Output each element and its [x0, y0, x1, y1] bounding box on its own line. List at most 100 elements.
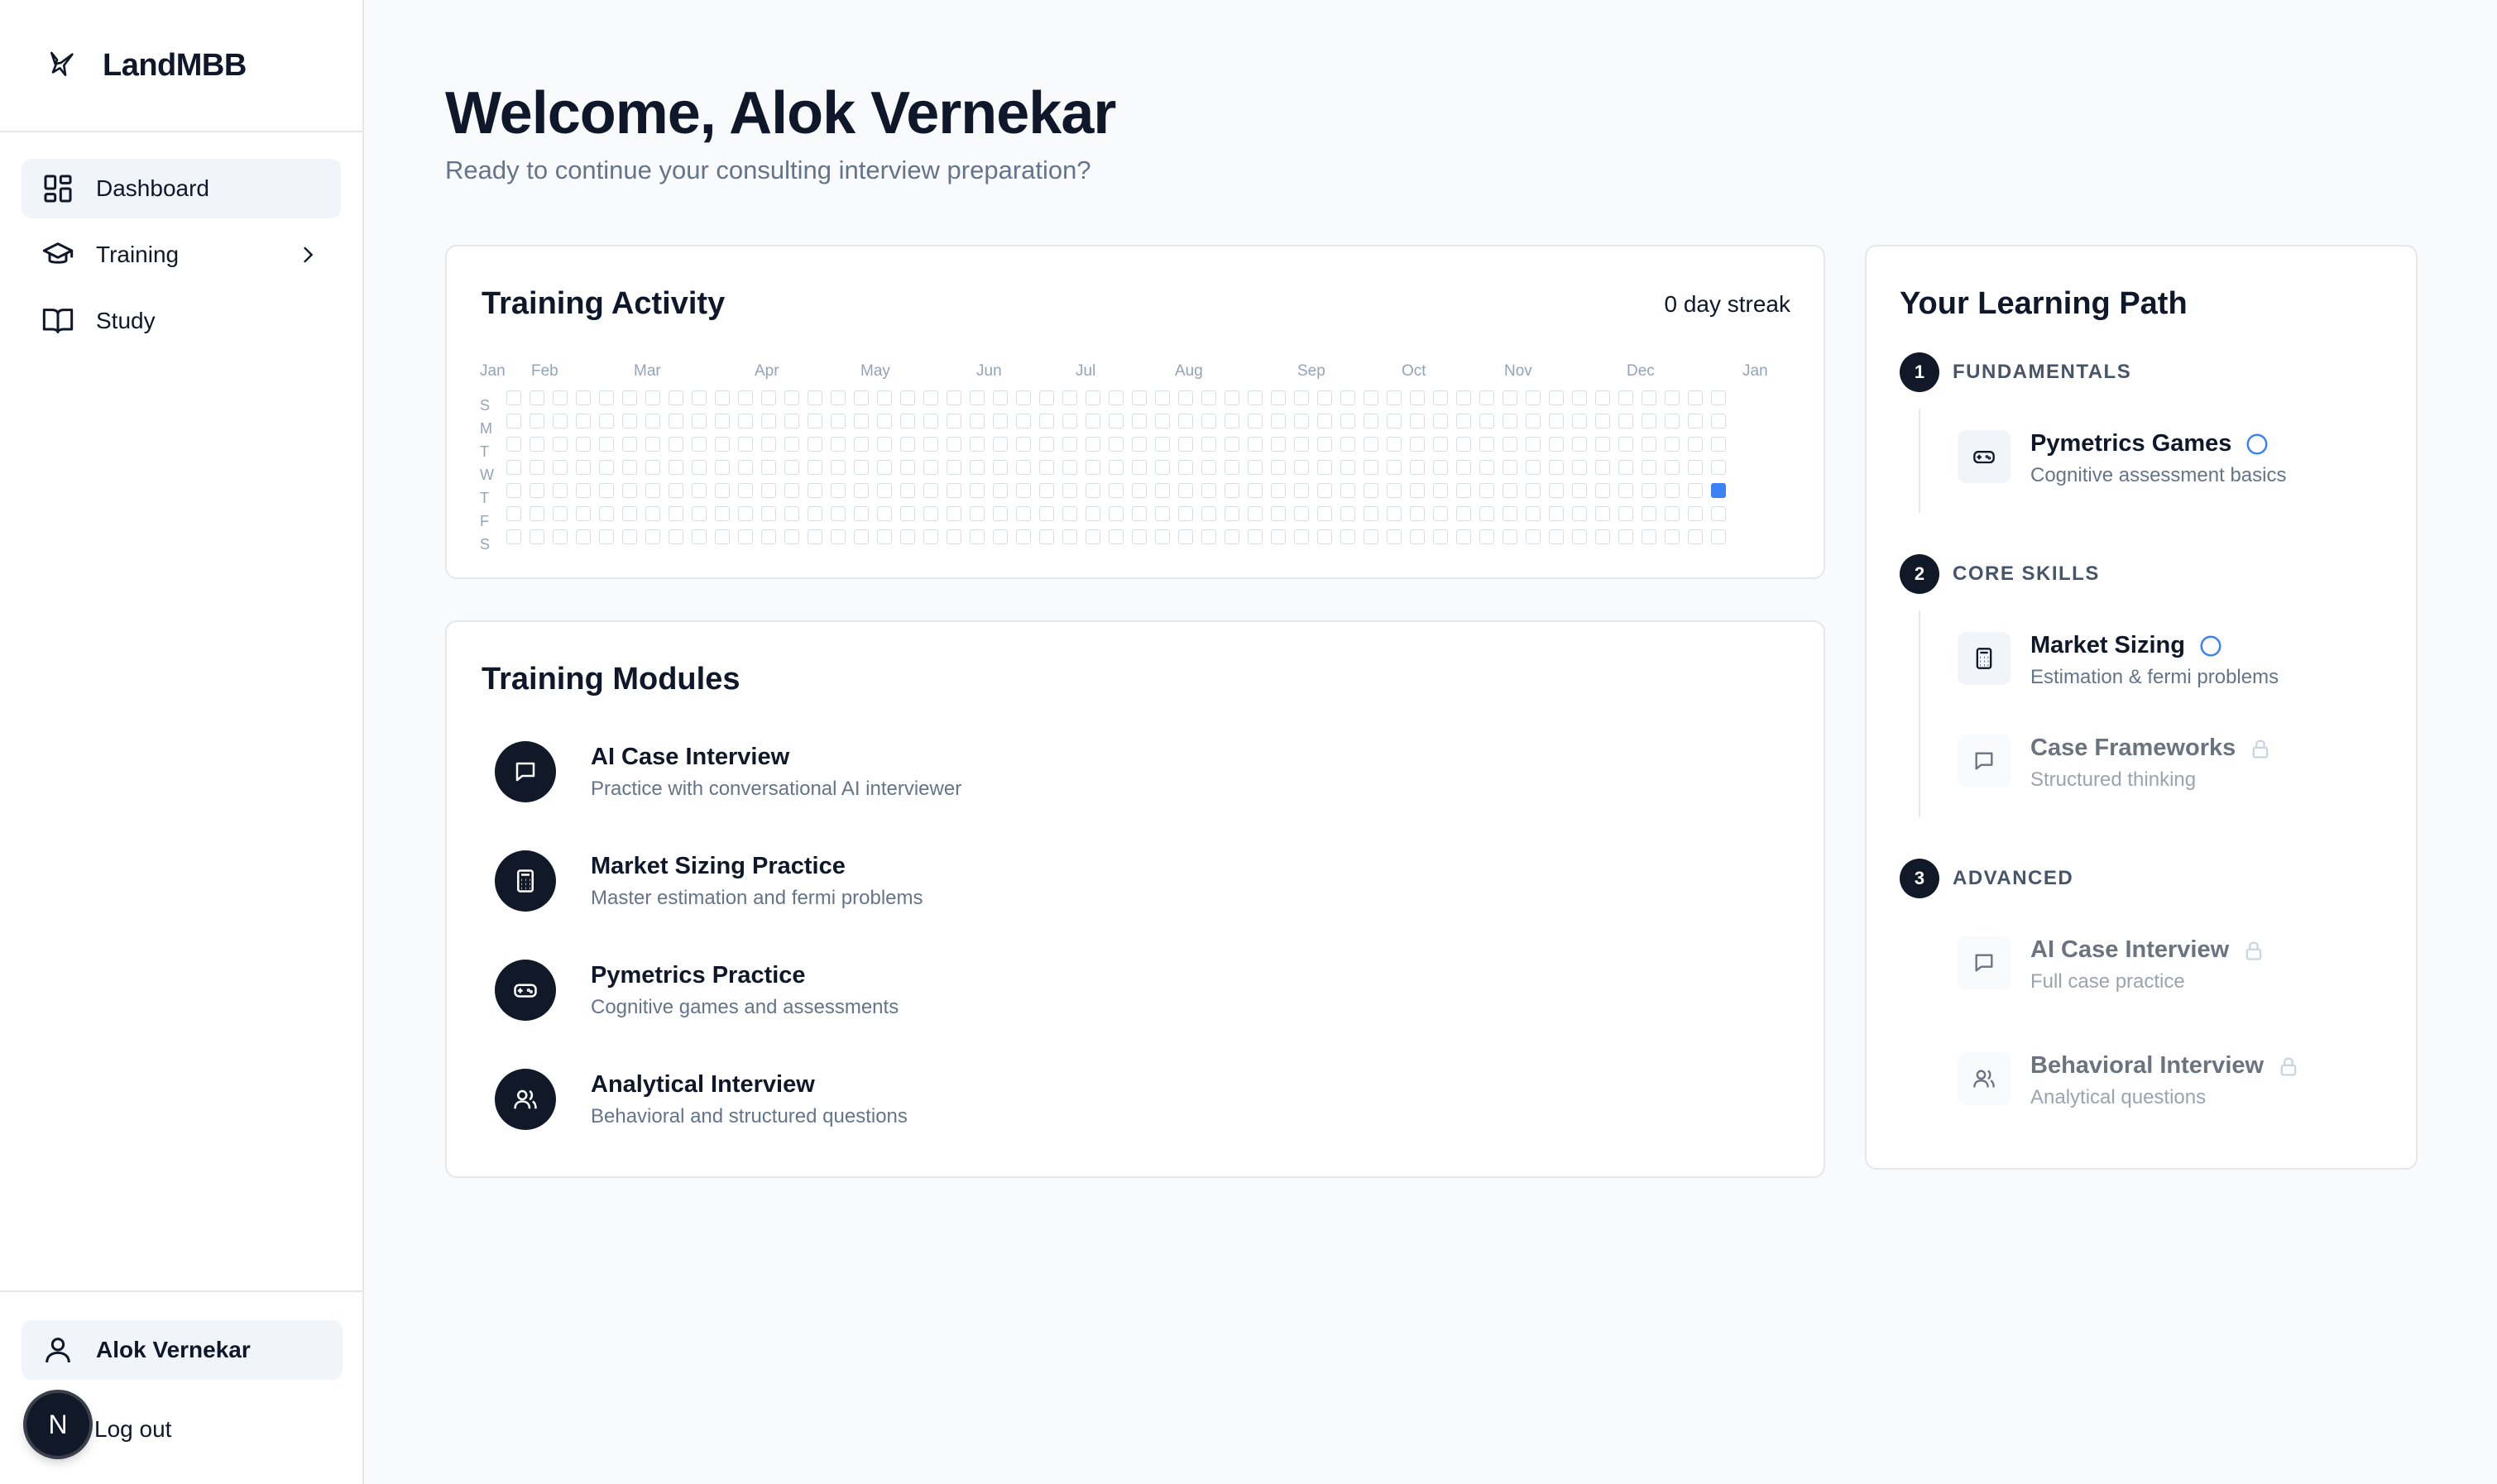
heatmap-cell[interactable]	[1387, 506, 1402, 521]
heatmap-cell[interactable]	[1132, 483, 1147, 498]
heatmap-cell[interactable]	[1201, 483, 1216, 498]
heatmap-cell[interactable]	[1711, 506, 1726, 521]
heatmap-cell[interactable]	[1109, 483, 1124, 498]
heatmap-cell[interactable]	[1456, 390, 1471, 405]
heatmap-cell[interactable]	[1340, 390, 1355, 405]
heatmap-cell[interactable]	[1132, 390, 1147, 405]
heatmap-cell[interactable]	[1178, 460, 1193, 475]
heatmap-cell[interactable]	[947, 529, 961, 544]
heatmap-cell[interactable]	[669, 506, 683, 521]
heatmap-cell[interactable]	[761, 529, 776, 544]
heatmap-cell[interactable]	[1618, 390, 1633, 405]
heatmap-cell[interactable]	[1201, 460, 1216, 475]
heatmap-cell[interactable]	[1618, 483, 1633, 498]
heatmap-cell[interactable]	[1178, 414, 1193, 428]
heatmap-cell[interactable]	[576, 437, 591, 452]
heatmap-cell[interactable]	[1109, 529, 1124, 544]
module-market-sizing-practice[interactable]: Market Sizing Practice Master estimation…	[495, 844, 923, 918]
heatmap-cell[interactable]	[1433, 529, 1448, 544]
heatmap-cell[interactable]	[1271, 506, 1286, 521]
heatmap-cell[interactable]	[1132, 460, 1147, 475]
heatmap-cell[interactable]	[530, 390, 544, 405]
heatmap-cell[interactable]	[1155, 529, 1170, 544]
heatmap-cell[interactable]	[669, 390, 683, 405]
heatmap-cell[interactable]	[900, 390, 915, 405]
heatmap-cell[interactable]	[1132, 529, 1147, 544]
heatmap-cell[interactable]	[784, 506, 799, 521]
heatmap-cell[interactable]	[854, 390, 869, 405]
heatmap-cell[interactable]	[1271, 483, 1286, 498]
heatmap-cell[interactable]	[923, 460, 938, 475]
heatmap-cell[interactable]	[1155, 390, 1170, 405]
heatmap-cell[interactable]	[553, 437, 568, 452]
heatmap-cell[interactable]	[1665, 529, 1680, 544]
heatmap-cell[interactable]	[1711, 437, 1726, 452]
heatmap-cell[interactable]	[970, 506, 985, 521]
heatmap-cell[interactable]	[1572, 506, 1587, 521]
heatmap-cell[interactable]	[1155, 460, 1170, 475]
heatmap-cell[interactable]	[553, 483, 568, 498]
heatmap-cell[interactable]	[1688, 390, 1703, 405]
heatmap-cell[interactable]	[993, 437, 1008, 452]
heatmap-cell[interactable]	[993, 483, 1008, 498]
heatmap-cell[interactable]	[1665, 414, 1680, 428]
heatmap-cell[interactable]	[506, 529, 521, 544]
heatmap-cell[interactable]	[831, 414, 846, 428]
heatmap-cell[interactable]	[1479, 437, 1494, 452]
heatmap-cell[interactable]	[900, 529, 915, 544]
heatmap-cell[interactable]	[1248, 529, 1263, 544]
heatmap-cell[interactable]	[1456, 460, 1471, 475]
heatmap-cell[interactable]	[1062, 506, 1077, 521]
heatmap-cell[interactable]	[1433, 390, 1448, 405]
heatmap-cell[interactable]	[530, 506, 544, 521]
heatmap-cell[interactable]	[1526, 390, 1541, 405]
heatmap-cell[interactable]	[553, 390, 568, 405]
heatmap-cell[interactable]	[622, 390, 637, 405]
heatmap-cell[interactable]	[1479, 529, 1494, 544]
heatmap-cell[interactable]	[877, 437, 892, 452]
heatmap-cell[interactable]	[854, 460, 869, 475]
heatmap-cell[interactable]	[576, 390, 591, 405]
heatmap-cell[interactable]	[1387, 414, 1402, 428]
heatmap-cell[interactable]	[1618, 529, 1633, 544]
heatmap-cell[interactable]	[530, 437, 544, 452]
heatmap-cell[interactable]	[553, 460, 568, 475]
heatmap-cell[interactable]	[1595, 414, 1610, 428]
heatmap-cell[interactable]	[970, 437, 985, 452]
heatmap-cell[interactable]	[1178, 437, 1193, 452]
heatmap-cell[interactable]	[1526, 506, 1541, 521]
heatmap-cell[interactable]	[1178, 483, 1193, 498]
heatmap-cell[interactable]	[1317, 506, 1332, 521]
heatmap-cell[interactable]	[831, 529, 846, 544]
heatmap-cell[interactable]	[1201, 529, 1216, 544]
heatmap-cell[interactable]	[622, 506, 637, 521]
heatmap-cell[interactable]	[1479, 414, 1494, 428]
heatmap-cell[interactable]	[1294, 483, 1309, 498]
heatmap-cell[interactable]	[900, 483, 915, 498]
heatmap-cell[interactable]	[854, 506, 869, 521]
heatmap-cell[interactable]	[1248, 506, 1263, 521]
heatmap-cell[interactable]	[947, 483, 961, 498]
heatmap-cell[interactable]	[1572, 437, 1587, 452]
heatmap-cell[interactable]	[1387, 437, 1402, 452]
heatmap-cell[interactable]	[1410, 529, 1425, 544]
heatmap-cell[interactable]	[1062, 437, 1077, 452]
heatmap-cell[interactable]	[854, 529, 869, 544]
heatmap-cell[interactable]	[993, 390, 1008, 405]
heatmap-cell[interactable]	[1387, 483, 1402, 498]
heatmap-cell[interactable]	[1225, 483, 1239, 498]
heatmap-cell[interactable]	[715, 390, 730, 405]
heatmap-cell[interactable]	[1016, 506, 1031, 521]
heatmap-cell[interactable]	[622, 437, 637, 452]
heatmap-cell[interactable]	[1711, 460, 1726, 475]
heatmap-cell[interactable]	[1155, 506, 1170, 521]
heatmap-cell[interactable]	[1526, 414, 1541, 428]
heatmap-cell[interactable]	[1340, 529, 1355, 544]
heatmap-cell[interactable]	[1642, 529, 1656, 544]
heatmap-cell[interactable]	[738, 506, 753, 521]
heatmap-cell[interactable]	[599, 437, 614, 452]
heatmap-cell[interactable]	[1016, 414, 1031, 428]
heatmap-cell[interactable]	[1387, 529, 1402, 544]
heatmap-cell[interactable]	[715, 483, 730, 498]
heatmap-cell[interactable]	[1665, 460, 1680, 475]
